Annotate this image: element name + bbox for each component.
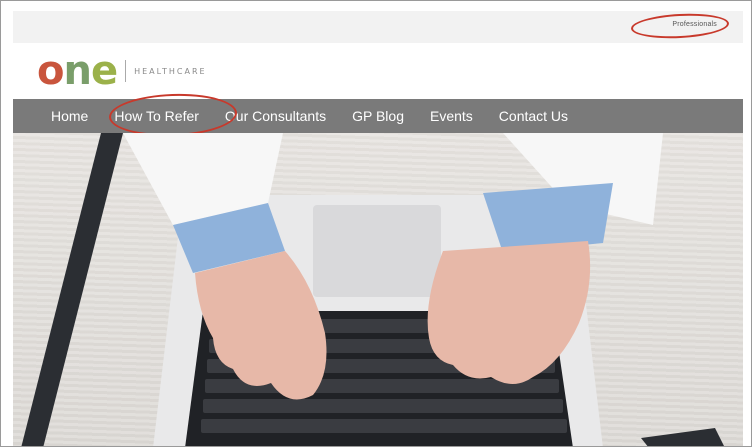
- logo-wordmark: one: [37, 48, 118, 94]
- hero-image: [13, 133, 743, 446]
- right-shirt-cuff: [483, 183, 613, 253]
- logo-subtitle: HEALTHCARE: [134, 66, 207, 76]
- nav-item-our-consultants[interactable]: Our Consultants: [225, 108, 326, 124]
- annotation-circle-professionals: [630, 11, 730, 41]
- screenshot-frame: Professionals one HEALTHCARE Home How To…: [0, 0, 752, 447]
- tablet-edge: [21, 133, 123, 446]
- main-nav: Home How To Refer Our Consultants GP Blo…: [13, 91, 743, 139]
- utility-bar: Professionals: [13, 11, 743, 43]
- nav-item-home[interactable]: Home: [51, 108, 88, 124]
- header: one HEALTHCARE: [13, 43, 743, 99]
- laptop-trackpad: [313, 205, 441, 297]
- nav-item-gp-blog[interactable]: GP Blog: [352, 108, 404, 124]
- site-logo[interactable]: one HEALTHCARE: [37, 48, 207, 94]
- nav-item-how-to-refer[interactable]: How To Refer: [114, 108, 199, 124]
- hero-illustration: [21, 133, 724, 446]
- logo-divider: [125, 60, 127, 82]
- phone: [641, 428, 724, 446]
- nav-item-contact-us[interactable]: Contact Us: [499, 108, 568, 124]
- nav-item-events[interactable]: Events: [430, 108, 473, 124]
